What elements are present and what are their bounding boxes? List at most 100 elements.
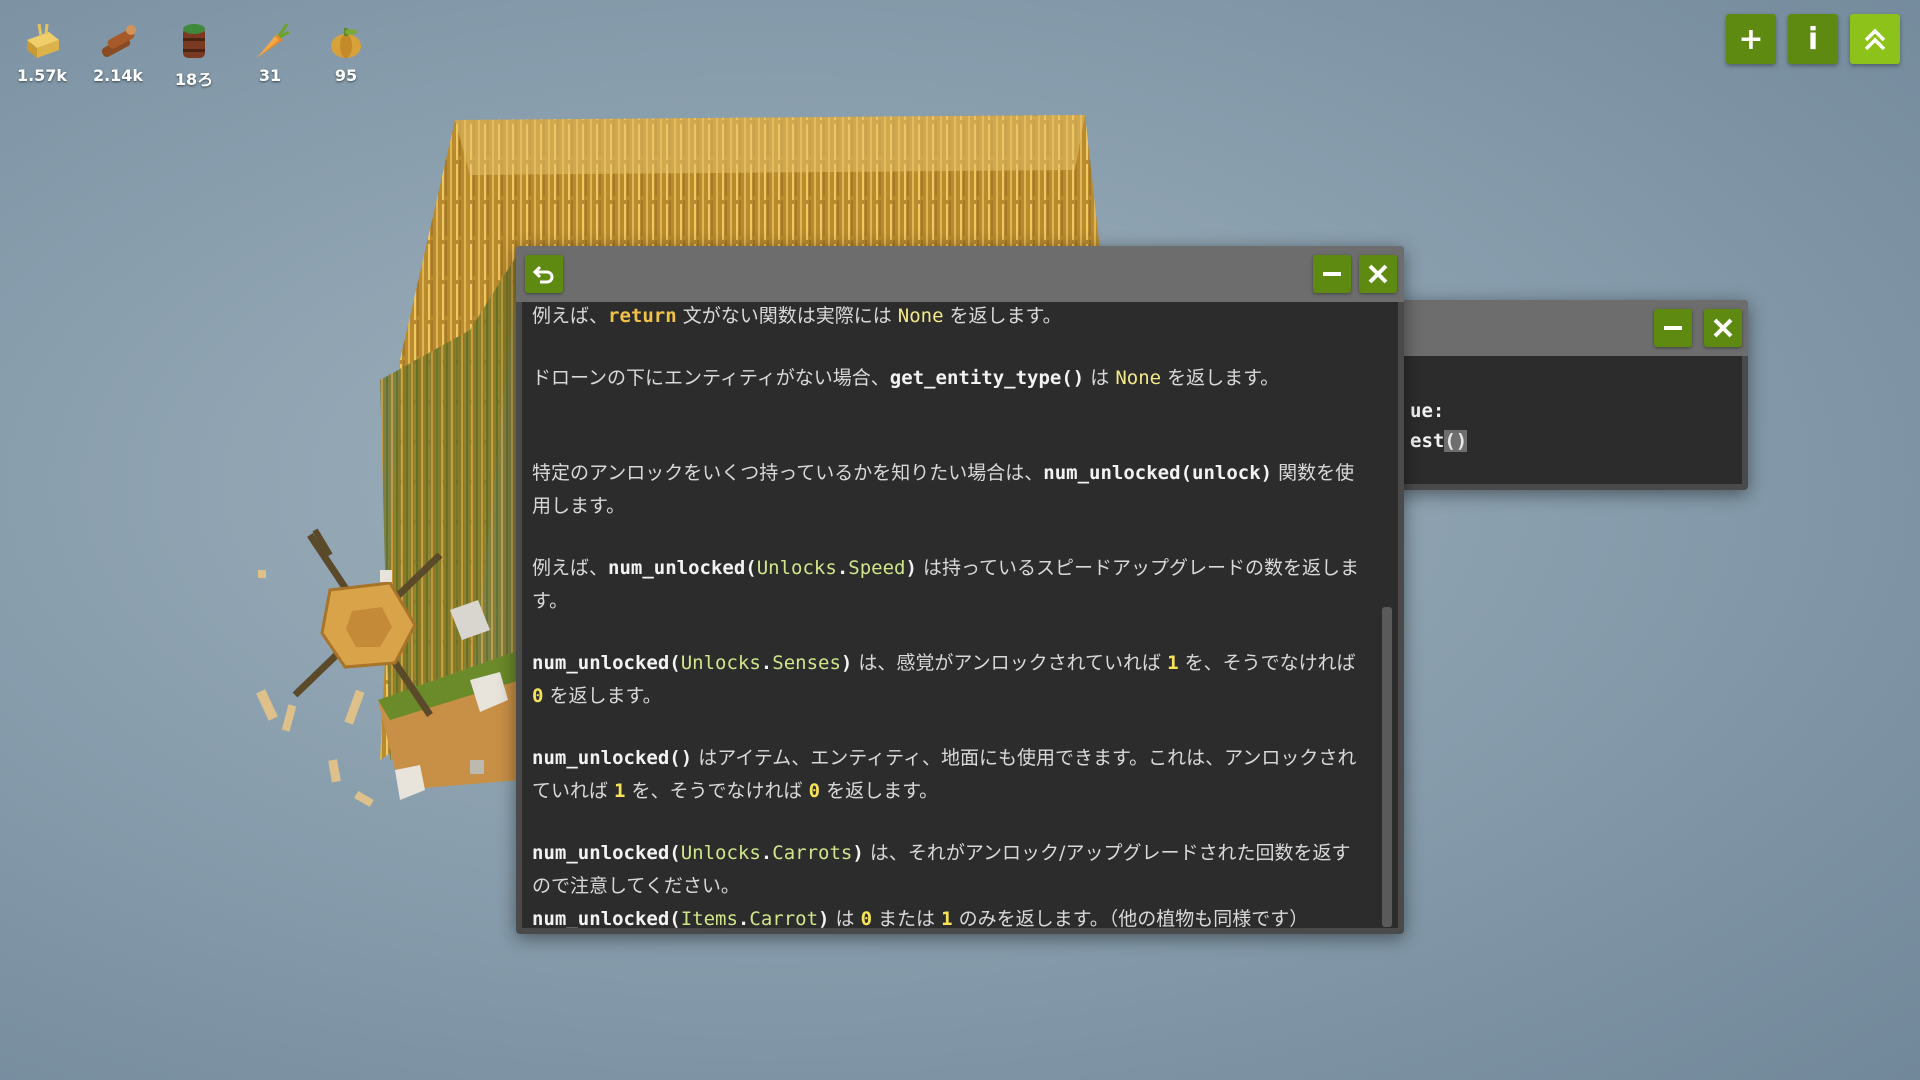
docs-text: 例えば、return 文がない関数は実際には None を返します。 ドローンの… xyxy=(532,302,1362,928)
resource-bar: 1.57k 2.14k 18ろ 31 95 xyxy=(16,18,370,90)
text: ドローンの下にエンティティがない場合、 xyxy=(532,367,890,389)
function-name: num_unlocked( xyxy=(532,652,681,674)
number-literal: 0 xyxy=(860,908,873,928)
top-right-toolbar: + i xyxy=(1726,14,1900,64)
code-text: ue: est() xyxy=(1410,396,1468,456)
paren: ) xyxy=(905,557,917,579)
function-name: num_unlocked() xyxy=(532,747,693,769)
code-editor[interactable]: ue: est() xyxy=(1402,356,1742,484)
dot: . xyxy=(737,908,750,928)
text: は、感覚がアンロックされていれば xyxy=(852,652,1168,674)
paren: ) xyxy=(852,842,864,864)
keyword: return xyxy=(608,305,677,327)
text: のみを返します。（他の植物も同様です） xyxy=(952,908,1309,928)
pumpkin-icon xyxy=(331,28,361,58)
scrollbar-thumb[interactable] xyxy=(1382,607,1392,927)
none-literal: None xyxy=(1115,367,1162,389)
text: 例えば、 xyxy=(532,305,609,327)
text: を返します。 xyxy=(943,305,1062,327)
wood-icon xyxy=(101,25,136,58)
identifier: Unlocks xyxy=(680,652,761,674)
identifier: Unlocks xyxy=(756,557,837,579)
text: は xyxy=(1084,367,1116,389)
resource-count: 31 xyxy=(258,66,282,85)
function-name: num_unlocked( xyxy=(1043,462,1193,484)
code-window: ue: est() xyxy=(1396,300,1748,490)
dot: . xyxy=(760,842,773,864)
paren: ) xyxy=(818,908,830,928)
resource-count: 95 xyxy=(334,66,358,85)
resource-water: 18ろ xyxy=(170,18,218,90)
doc-paragraph: 例えば、num_unlocked(Unlocks.Speed) は持っているスピ… xyxy=(532,552,1362,618)
number-literal: 1 xyxy=(614,780,626,802)
minimize-button[interactable] xyxy=(1313,255,1351,293)
docs-window-header[interactable] xyxy=(516,246,1404,302)
resource-pumpkin: 95 xyxy=(322,18,370,90)
doc-paragraph: num_unlocked() はアイテム、エンティティ、地面にも使用できます。こ… xyxy=(532,742,1362,808)
text: は xyxy=(829,908,861,928)
hay-icon xyxy=(27,23,59,58)
minimize-icon xyxy=(1323,272,1341,276)
resource-count: 1.57k xyxy=(16,66,68,85)
text: を、そうでなければ xyxy=(1178,652,1356,674)
water-barrel-icon xyxy=(183,24,205,58)
function-name: num_unlocked( xyxy=(608,557,757,579)
code-line: est xyxy=(1410,430,1445,452)
text: 文がない関数は実際には xyxy=(676,305,898,327)
code-window-header[interactable] xyxy=(1396,300,1748,356)
resource-carrot: 31 xyxy=(246,18,294,90)
function-name: num_unlocked( xyxy=(532,908,681,928)
doc-paragraph: num_unlocked(Unlocks.Carrots) は、それがアンロック… xyxy=(532,837,1362,903)
add-window-button[interactable]: + xyxy=(1726,14,1776,64)
function-name: num_unlocked( xyxy=(532,842,681,864)
info-button[interactable]: i xyxy=(1788,14,1838,64)
identifier: Speed xyxy=(848,557,906,579)
carrot-icon xyxy=(257,23,290,58)
function-name: get_entity_type() xyxy=(889,367,1085,389)
number-literal: 0 xyxy=(808,780,821,802)
number-literal: 0 xyxy=(532,685,544,707)
identifier: Senses xyxy=(772,652,841,674)
info-icon: i xyxy=(1807,21,1819,57)
text: 例えば、 xyxy=(532,557,609,579)
identifier: Unlocks xyxy=(680,842,761,864)
number-literal: 1 xyxy=(941,908,953,928)
identifier: Items xyxy=(680,908,738,928)
code-line: ue: xyxy=(1410,400,1445,422)
text: を、そうでなければ xyxy=(625,780,809,802)
doc-paragraph: ドローンの下にエンティティがない場合、get_entity_type() は N… xyxy=(532,362,1362,395)
double-chevron-up-icon xyxy=(1864,28,1886,51)
resource-count: 18ろ xyxy=(174,70,214,89)
resource-hay: 1.57k xyxy=(16,18,68,90)
minimize-button[interactable] xyxy=(1654,309,1692,347)
doc-paragraph: 例えば、return 文がない関数は実際には None を返します。 xyxy=(532,302,1362,333)
dot: . xyxy=(836,557,849,579)
resource-count: 2.14k xyxy=(92,66,144,85)
upgrades-button[interactable] xyxy=(1850,14,1900,64)
text: を返します。 xyxy=(820,780,939,802)
plus-icon: + xyxy=(1738,21,1764,57)
doc-paragraph: num_unlocked(Items.Carrot) は 0 または 1 のみを… xyxy=(532,903,1362,928)
close-button[interactable] xyxy=(1704,309,1742,347)
code-selection: () xyxy=(1444,430,1468,452)
identifier: Carrot xyxy=(749,908,819,928)
close-button[interactable] xyxy=(1359,255,1397,293)
back-button[interactable] xyxy=(525,255,563,293)
paren: ) xyxy=(1260,462,1273,484)
paren: ) xyxy=(840,652,853,674)
docs-window: 例えば、return 文がない関数は実際には None を返します。 ドローンの… xyxy=(516,246,1404,934)
back-arrow-icon xyxy=(532,265,554,284)
doc-paragraph: 特定のアンロックをいくつ持っているかを知りたい場合は、num_unlocked(… xyxy=(532,457,1362,523)
argument: unlock xyxy=(1192,462,1261,484)
minimize-icon xyxy=(1664,326,1682,330)
text: または xyxy=(872,908,942,928)
close-icon xyxy=(1713,318,1733,338)
none-literal: None xyxy=(897,305,944,327)
text: を返します。 xyxy=(1161,367,1280,389)
doc-paragraph: num_unlocked(Unlocks.Senses) は、感覚がアンロックさ… xyxy=(532,647,1362,713)
text: を返します。 xyxy=(543,685,662,707)
docs-content[interactable]: 例えば、return 文がない関数は実際には None を返します。 ドローンの… xyxy=(522,302,1398,928)
identifier: Carrots xyxy=(772,842,853,864)
scrollbar[interactable] xyxy=(1382,302,1392,928)
dot: . xyxy=(760,652,773,674)
